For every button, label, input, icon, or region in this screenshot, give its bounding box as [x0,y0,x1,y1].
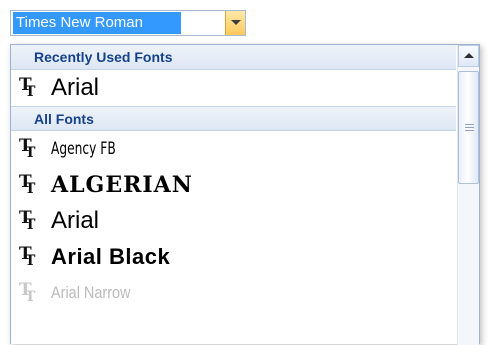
font-name-combo[interactable]: Times New Roman [10,10,246,36]
truetype-font-icon: TT [19,136,36,161]
font-item-arial-black[interactable]: TT Arial Black [11,239,456,275]
scroll-grip-icon [465,124,474,125]
truetype-font-icon: TT [19,172,36,197]
font-item-algerian[interactable]: TT ALGERIAN [11,167,456,203]
font-item-arial-recent[interactable]: TT Arial [11,70,456,106]
recently-used-fonts-header: Recently Used Fonts [11,45,456,70]
scroll-up-arrow-icon [464,53,474,58]
font-item-arial[interactable]: TT Arial [11,203,456,239]
vertical-scrollbar[interactable] [457,45,479,345]
font-item-label: Arial Black [51,244,171,269]
font-item-label: Arial [51,207,100,234]
scroll-thumb[interactable] [458,71,479,184]
truetype-font-icon: TT [19,75,36,100]
truetype-font-icon: TT [19,244,36,269]
all-fonts-header: All Fonts [11,106,456,131]
font-dropdown-button[interactable] [225,11,245,35]
font-name-input[interactable]: Times New Roman [13,12,181,34]
truetype-font-icon: TT [19,208,36,233]
font-item-agency-fb[interactable]: TT Agency FB [11,131,456,167]
font-item-label: ALGERIAN [51,172,193,198]
scroll-up-button[interactable] [458,45,479,67]
font-item-label: Arial [51,74,100,101]
font-item-label: Agency FB [51,139,116,159]
truetype-font-icon: TT [19,280,36,305]
font-item-arial-narrow[interactable]: TT Arial Narrow [11,275,456,311]
font-dropdown-panel: Recently Used Fonts TT Arial All Fonts T… [10,44,480,345]
font-item-label: Arial Narrow [51,283,131,302]
chevron-down-icon [231,20,241,25]
font-list: Recently Used Fonts TT Arial All Fonts T… [11,45,456,345]
